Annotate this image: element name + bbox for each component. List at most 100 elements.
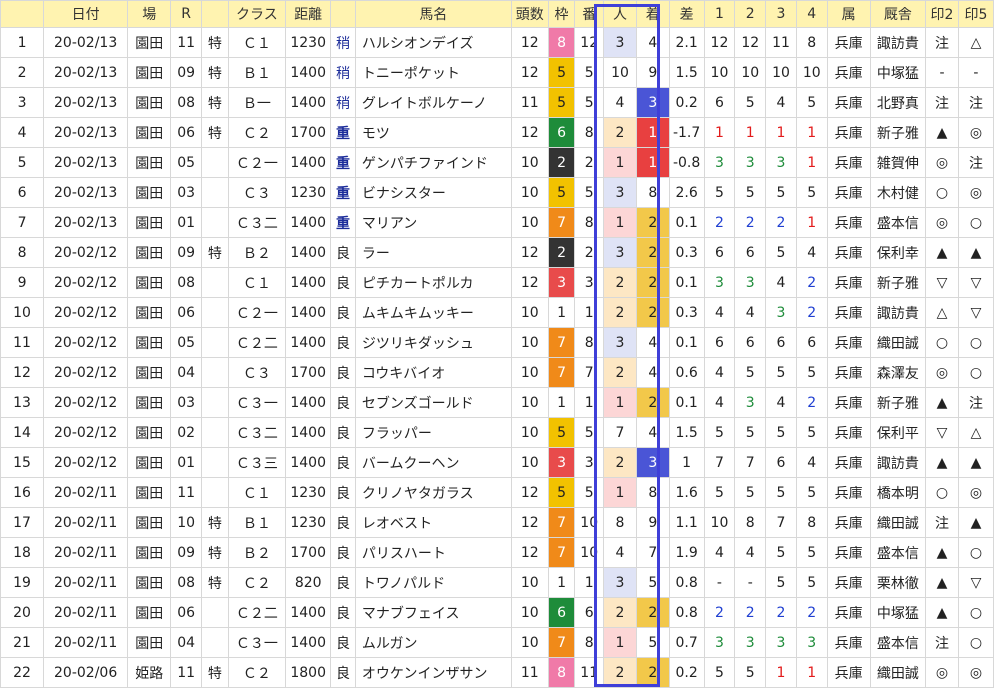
cell-p3: 2 xyxy=(765,207,797,238)
cell-horse[interactable]: オウケンインザサン xyxy=(354,657,512,688)
table-row[interactable]: 13 20-02/12 園田 03 Ｃ３一 1400 良セブンズゴールド 10 1 1 1 2 0.1 4… xyxy=(0,387,994,418)
col-mark2-header[interactable]: 印2 xyxy=(925,0,959,28)
cell-p3: 1 xyxy=(765,657,797,688)
cell-dist: 1400 xyxy=(285,597,332,628)
col-special-header[interactable] xyxy=(201,0,229,28)
cell-p3: 5 xyxy=(765,477,797,508)
col-waku-header[interactable]: 枠 xyxy=(547,0,576,28)
col-affiliation-header[interactable]: 属 xyxy=(826,0,871,28)
cell-horse[interactable]: グレイトボルケーノ xyxy=(354,87,512,118)
col-mark5-header[interactable]: 印5 xyxy=(957,0,994,28)
cell-heads: 10 xyxy=(510,387,549,418)
cell-fin: 7 xyxy=(635,537,670,568)
cell-diff: 0.1 xyxy=(668,267,705,298)
cell-fin: 2 xyxy=(635,597,670,628)
cell-stable: 中塚猛 xyxy=(869,597,927,628)
col-venue-header[interactable]: 場 xyxy=(127,0,172,28)
table-row[interactable]: 19 20-02/11 園田 08 特 Ｃ２ 820 良トワノパルド 10 1 1 3 5 0.8- -5 5… xyxy=(0,567,994,598)
cell-affil: 兵庫 xyxy=(826,87,871,118)
table-row[interactable]: 9 20-02/12 園田 08 Ｃ１ 1400 良ピチカートポルカ 12 3 3 2 2 0.1 3 3 4… xyxy=(0,267,994,298)
col-pos3-header[interactable]: 3 xyxy=(765,0,797,28)
cell-diff: 1.6 xyxy=(668,477,705,508)
col-diff-header[interactable]: 差 xyxy=(668,0,705,28)
cell-pop: 4 xyxy=(603,87,637,118)
cell-cls: Ｂ１ xyxy=(227,507,287,538)
cell-horse[interactable]: トニーポケット xyxy=(354,57,512,88)
col-race-header[interactable]: R xyxy=(170,0,203,28)
cell-no: 6 xyxy=(0,177,45,208)
cell-horse[interactable]: ムキムキムッキー xyxy=(354,297,512,328)
cell-horse[interactable]: ジツリキダッシュ xyxy=(354,327,512,358)
cell-horse[interactable]: コウキバイオ xyxy=(354,357,512,388)
table-row[interactable]: 14 20-02/12 園田 02 Ｃ３二 1400 良フラッパー 10 5 5 7 4 1.5 5 5 5 5… xyxy=(0,417,994,448)
col-pos2-header[interactable]: 2 xyxy=(734,0,767,28)
cell-horse[interactable]: バームクーヘン xyxy=(354,447,512,478)
cell-horse[interactable]: マナブフェイス xyxy=(354,597,512,628)
cell-stable: 織田誠 xyxy=(869,507,927,538)
table-row[interactable]: 11 20-02/12 園田 05 Ｃ２二 1400 良ジツリキダッシュ 10 7 8 3 4 0.1 6… xyxy=(0,327,994,358)
cell-horse[interactable]: マリアン xyxy=(354,207,512,238)
cell-waku: 3 xyxy=(547,267,576,298)
table-row[interactable]: 16 20-02/11 園田 11 Ｃ１ 1230 良クリノヤタガラス 12 5 5 1 8 1.6 5 5… xyxy=(0,477,994,508)
table-row[interactable]: 18 20-02/11 園田 09 特 Ｂ２ 1700 良パリスハート 12 7 10 4 7 1.9 4 4… xyxy=(0,537,994,568)
table-row[interactable]: 7 20-02/13 園田 01 Ｃ３二 1400 重マリアン 10 7 8 1 2 0.1 2 2 2 1 兵庫… xyxy=(0,207,994,238)
cell-cond: 重 xyxy=(330,177,356,208)
cell-horse[interactable]: レオベスト xyxy=(354,507,512,538)
cell-race: 08 xyxy=(170,567,203,598)
cell-horse[interactable]: モツ xyxy=(354,117,512,148)
table-row[interactable]: 22 20-02/06 姫路 11 特 Ｃ２ 1800 良オウケンインザサン 11 8 11 2 2 0.… xyxy=(0,657,994,688)
col-date-header[interactable]: 日付 xyxy=(43,0,129,28)
col-finish-header[interactable]: 着 xyxy=(635,0,670,28)
cell-m5: ◎ xyxy=(957,657,994,688)
col-popularity-header[interactable]: 人 xyxy=(603,0,637,28)
cell-p2: 5 xyxy=(734,657,767,688)
table-row[interactable]: 10 20-02/12 園田 06 Ｃ２一 1400 良ムキムキムッキー 10 1 1 2 2 0.3 4… xyxy=(0,297,994,328)
cell-horse[interactable]: ゲンパチファインド xyxy=(354,147,512,178)
col-no-header[interactable] xyxy=(0,0,45,28)
cell-no: 10 xyxy=(0,297,45,328)
table-row[interactable]: 21 20-02/11 園田 04 Ｃ３一 1400 良ムルガン 10 7 8 1 5 0.7 3 3 3 3 兵… xyxy=(0,627,994,658)
cell-horse[interactable]: ラー xyxy=(354,237,512,268)
cell-horse[interactable]: ムルガン xyxy=(354,627,512,658)
col-pos1-header[interactable]: 1 xyxy=(703,0,736,28)
table-row[interactable]: 17 20-02/11 園田 10 特 Ｂ１ 1230 良レオベスト 12 7 10 8 9 1.1 10 8… xyxy=(0,507,994,538)
cell-waku: 7 xyxy=(547,207,576,238)
cell-horse[interactable]: ハルシオンデイズ xyxy=(354,27,512,58)
cell-horse[interactable]: パリスハート xyxy=(354,537,512,568)
col-distance-header[interactable]: 距離 xyxy=(285,0,332,28)
cell-special: 特 xyxy=(201,57,229,88)
table-row[interactable]: 3 20-02/13 園田 08 特 Ｂ一 1400 稍グレイトボルケーノ 11 5 5 4 3 0.2 6… xyxy=(0,87,994,118)
cell-horse[interactable]: フラッパー xyxy=(354,417,512,448)
col-stable-header[interactable]: 厩舎 xyxy=(869,0,927,28)
cell-fin: 2 xyxy=(635,267,670,298)
col-heads-header[interactable]: 頭数 xyxy=(510,0,549,28)
table-row[interactable]: 20 20-02/11 園田 06 Ｃ２二 1400 良マナブフェイス 10 6 6 2 2 0.8 2 2… xyxy=(0,597,994,628)
cell-diff: 0.6 xyxy=(668,357,705,388)
table-row[interactable]: 12 20-02/12 園田 04 Ｃ３ 1700 良コウキバイオ 10 7 7 2 4 0.6 4 5 5 5… xyxy=(0,357,994,388)
cell-m2: △ xyxy=(925,297,959,328)
cell-uma: 8 xyxy=(574,117,605,148)
cell-pop: 2 xyxy=(603,297,637,328)
table-row[interactable]: 5 20-02/13 園田 05 Ｃ２一 1400 重ゲンパチファインド 10 2 2 1 1 -0.8… xyxy=(0,147,994,178)
table-row[interactable]: 4 20-02/13 園田 06 特 Ｃ２ 1700 重モツ 12 6 8 2 1 -1.7 1 1 1 1 兵庫新… xyxy=(0,117,994,148)
table-row[interactable]: 1 20-02/13 園田 11 特 Ｃ１ 1230 稍ハルシオンデイズ 12 8 12 3 4 2.1 1… xyxy=(0,27,994,58)
cell-affil: 兵庫 xyxy=(826,27,871,58)
table-row[interactable]: 15 20-02/12 園田 01 Ｃ３三 1400 良バームクーヘン 10 3 3 2 3 1 7 7 6 4… xyxy=(0,447,994,478)
table-row[interactable]: 8 20-02/12 園田 09 特 Ｂ２ 1400 良ラー 12 2 2 3 2 0.3 6 6 5 4 兵庫 保利… xyxy=(0,237,994,268)
cell-m2: ▽ xyxy=(925,417,959,448)
col-horse-header[interactable]: 馬名 xyxy=(354,0,512,28)
cell-horse[interactable]: ビナシスター xyxy=(354,177,512,208)
col-condition-header[interactable] xyxy=(330,0,356,28)
cell-horse[interactable]: トワノパルド xyxy=(354,567,512,598)
cell-horse[interactable]: ピチカートポルカ xyxy=(354,267,512,298)
cell-horse[interactable]: セブンズゴールド xyxy=(354,387,512,418)
table-row[interactable]: 6 20-02/13 園田 03 Ｃ３ 1230 重ビナシスター 10 5 5 3 8 2.6 5 5 5 5 兵… xyxy=(0,177,994,208)
table-row[interactable]: 2 20-02/13 園田 09 特 Ｂ１ 1400 稍トニーポケット 12 5 5 10 9 1.5 10… xyxy=(0,57,994,88)
col-class-header[interactable]: クラス xyxy=(227,0,287,28)
col-uma-header[interactable]: 番 xyxy=(574,0,605,28)
cell-no: 20 xyxy=(0,597,45,628)
cell-m2: - xyxy=(925,57,959,88)
cell-horse[interactable]: クリノヤタガラス xyxy=(354,477,512,508)
cell-p3: 1 xyxy=(765,117,797,148)
col-pos4-header[interactable]: 4 xyxy=(795,0,828,28)
